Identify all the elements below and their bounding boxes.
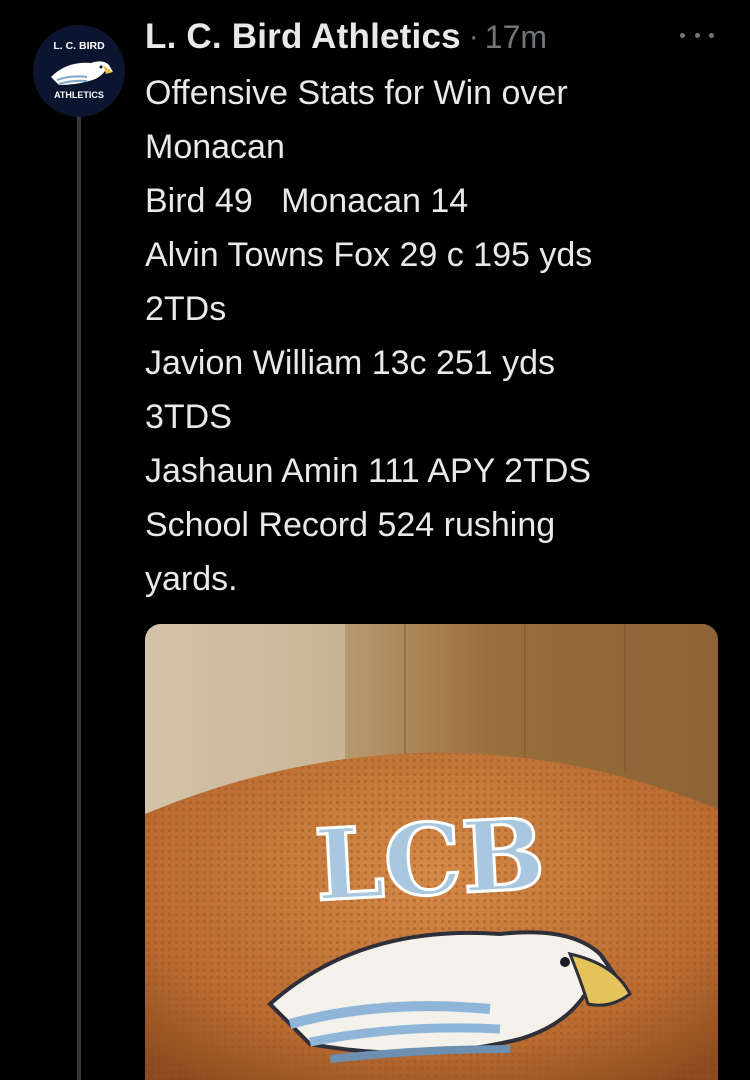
tweet-header: L. C. Bird Athletics · 17m: [145, 14, 547, 60]
tweet-text-line: yards.: [145, 560, 238, 598]
tweet-photo[interactable]: LCB: [145, 624, 718, 1080]
tweet-text: Offensive Stats for Win over Monacan Bir…: [145, 66, 735, 606]
thread-line: [77, 117, 81, 1080]
tweet[interactable]: L. C. BIRD ATHLETICS L. C. Bird Athletic…: [0, 0, 750, 1080]
avatar-top-text: L. C. BIRD: [53, 40, 105, 52]
tweet-text-line: 3TDS: [145, 398, 232, 436]
more-horizontal-icon[interactable]: [680, 20, 714, 50]
tweet-text-line: 2TDs: [145, 290, 227, 328]
tweet-text-line: Javion William 13c 251 yds: [145, 344, 556, 382]
ball-logo-text: LCB: [312, 797, 547, 924]
tweet-text-line: Jashaun Amin 111 APY 2TDS: [145, 452, 592, 490]
timestamp[interactable]: 17m: [485, 19, 547, 56]
tweet-text-line: Alvin Towns Fox 29 c 195 yds: [145, 236, 593, 274]
tweet-text-line: Bird 49 Monacan 14: [145, 182, 469, 220]
avatar-bottom-text: ATHLETICS: [54, 90, 104, 100]
avatar[interactable]: L. C. BIRD ATHLETICS: [33, 25, 125, 117]
tweet-text-line: School Record 524 rushing: [145, 506, 556, 544]
display-name[interactable]: L. C. Bird Athletics: [145, 17, 461, 57]
tweet-text-line: Monacan: [145, 128, 285, 166]
separator-dot: ·: [468, 20, 479, 53]
tweet-text-line: Offensive Stats for Win over: [145, 74, 568, 112]
